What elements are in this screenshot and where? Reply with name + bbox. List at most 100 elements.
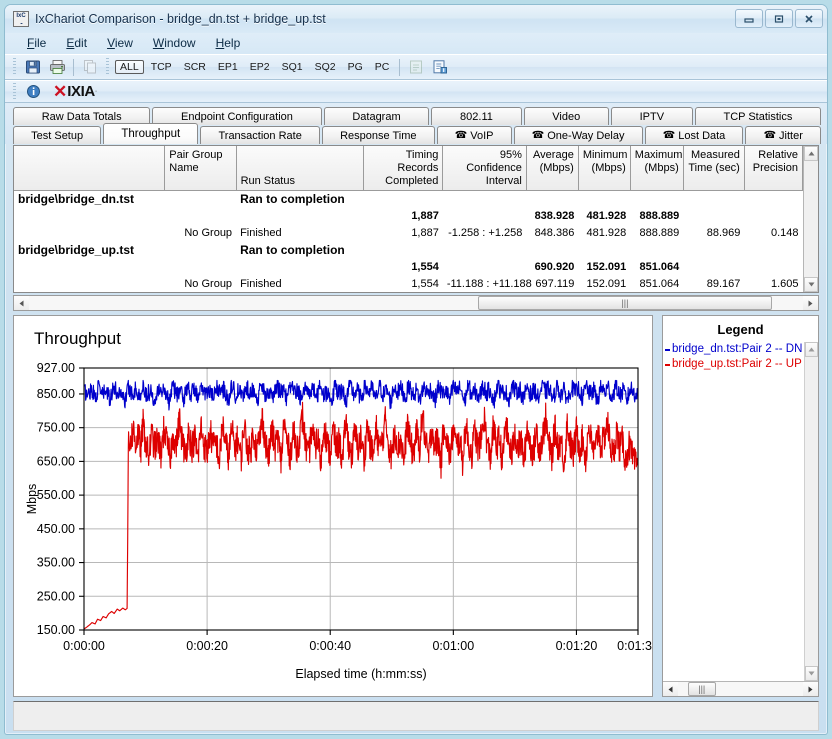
tab-one-way-delay[interactable]: ☎ One-Way Delay [513,126,643,144]
x-tick-label: 0:01:20 [556,639,598,653]
tab-transaction-rate[interactable]: Transaction Rate [200,126,320,144]
grid-vertical-scrollbar[interactable] [803,146,818,292]
filter-scr-button[interactable]: SCR [179,60,211,74]
cell-records: 1,887 [411,227,439,239]
filter-tcp-button[interactable]: TCP [146,60,177,74]
hscroll-thumb[interactable]: ||| [477,296,773,310]
scroll-up-icon[interactable] [804,146,818,161]
table-body: bridge\bridge_dn.tst Ran to completion 1… [14,191,803,293]
cell-minimum: 481.928 [586,210,627,222]
legend-vertical-scrollbar[interactable] [804,342,818,681]
tab-tcp-statistics[interactable]: TCP Statistics [694,107,822,125]
cell-confidence: -1.258 : +1.258 [448,227,523,239]
tab-voip[interactable]: ☎ VoIP [436,126,512,144]
tab-row-2: Test Setup Throughput Transaction Rate R… [13,123,823,144]
table-row[interactable]: bridge\bridge_dn.tst Ran to completion [14,191,803,209]
filter-ep1-button[interactable]: EP1 [213,60,243,74]
cell-maximum: 851.064 [639,278,680,290]
grid-horizontal-scrollbar[interactable]: ||| [13,295,819,311]
tab-jitter[interactable]: ☎ Jitter [745,126,822,144]
table-row[interactable]: No Group Finished 1,554 -11.188 : +11.18… [14,276,803,292]
legend-horizontal-scrollbar[interactable]: ||| [663,681,818,696]
col-run-status[interactable]: Run Status [236,146,364,191]
tab-lost-data[interactable]: ☎ Lost Data [644,126,744,144]
y-tick-label: 927.00 [37,361,75,375]
filter-pc-button[interactable]: PC [370,60,395,74]
legend-body: bridge_dn.tst:Pair 2 -- DN op bridge_up.… [663,342,818,681]
scroll-down-icon[interactable] [804,277,818,292]
filter-pg-button[interactable]: PG [343,60,368,74]
legend-items: bridge_dn.tst:Pair 2 -- DN op bridge_up.… [663,342,804,681]
report-icon[interactable] [429,57,451,78]
toolbar-grip[interactable] [12,58,18,76]
table-row[interactable]: No Group Finished 1,887 -1.258 : +1.258 … [14,225,803,242]
legend-scroll-right-icon[interactable] [803,682,818,696]
tab-label: Throughput [121,128,181,140]
legend-scroll-left-icon[interactable] [663,682,678,696]
cell-average: 838.928 [534,210,575,222]
cell-records: 1,554 [411,261,439,273]
legend-scroll-up-icon[interactable] [805,342,818,357]
legend-hscroll-track[interactable]: ||| [678,682,803,696]
menu-file[interactable]: File [17,34,56,53]
tab-iptv[interactable]: IPTV [610,107,693,125]
tab-802-11[interactable]: 802.11 [431,107,522,125]
col-pair-group-name[interactable]: Pair Group Name [164,146,237,191]
info-icon[interactable] [22,81,44,102]
tab-video[interactable]: Video [523,107,609,125]
table-row[interactable]: 1,887 838.928 481.928 888.889 [14,208,803,225]
menu-edit[interactable]: Edit [56,34,97,53]
table-row[interactable]: 1,554 690.920 152.091 851.064 [14,259,803,276]
menu-edit-rest: dit [74,36,88,50]
throughput-chart-panel[interactable]: Throughput 150.00 250.00 350.00 450.00 550.0… [13,315,653,697]
save-icon[interactable] [22,57,44,78]
filter-sq1-button[interactable]: SQ1 [277,60,308,74]
filter-sq2-button[interactable]: SQ2 [310,60,341,74]
tab-test-setup[interactable]: Test Setup [13,126,102,144]
brand-toolbar-grip[interactable] [12,82,18,101]
col-timing-records-completed[interactable]: Timing Records Completed [363,146,444,191]
cell-average: 690.920 [534,261,575,273]
col-average-mbps[interactable]: Average (Mbps) [526,146,579,191]
col-measured-time[interactable]: Measured Time (sec) [683,146,745,191]
menu-help[interactable]: Help [206,34,251,53]
legend-color-swatch [665,348,670,351]
scroll-right-icon[interactable] [803,296,818,310]
col-relative-precision[interactable]: Relative Precision [744,146,804,191]
tab-label: Endpoint Configuration [181,110,293,123]
toolbar-grip-2[interactable] [105,58,111,76]
y-tick-label: 650.00 [37,454,75,468]
legend-hscroll-thumb[interactable]: ||| [688,682,716,696]
app-icon: IxC .... [13,11,29,27]
app-icon-line1: IxC [16,13,26,19]
col-blank[interactable] [14,146,166,191]
filter-all-button[interactable]: ALL [115,60,144,74]
y-tick-label: 250.00 [37,589,75,603]
legend-item[interactable]: bridge_up.tst:Pair 2 -- UP op [665,357,804,372]
legend-item[interactable]: bridge_dn.tst:Pair 2 -- DN op [665,342,804,357]
menu-view[interactable]: View [97,34,143,53]
col-maximum-mbps[interactable]: Maximum (Mbps) [630,146,684,191]
minimize-button[interactable] [735,9,763,28]
panel-splitter[interactable] [653,315,662,697]
col-minimum-mbps[interactable]: Minimum (Mbps) [578,146,631,191]
hscroll-track[interactable]: ||| [29,296,803,310]
tab-datagram[interactable]: Datagram [323,107,430,125]
scroll-left-icon[interactable] [14,296,29,310]
filter-ep2-button[interactable]: EP2 [245,60,275,74]
table-row[interactable]: bridge\bridge_up.tst Ran to completion [14,242,803,259]
cell-minimum: 481.928 [586,227,627,239]
y-tick-label: 350.00 [37,556,75,570]
legend-scroll-down-icon[interactable] [805,666,818,681]
col-confidence-interval[interactable]: 95% Confidence Interval [442,146,527,191]
close-button[interactable] [795,9,823,28]
cell-measured: 89.167 [706,278,741,290]
application-window: IxC .... IxChariot Comparison - bridge_d… [4,4,828,735]
tab-throughput[interactable]: Throughput [103,123,199,144]
restore-button[interactable] [765,9,793,28]
tab-response-time[interactable]: Response Time [321,126,435,144]
ixia-logo: ✕ IXIA · [53,83,97,100]
menu-window[interactable]: Window [143,34,206,53]
print-icon[interactable] [46,57,68,78]
ixia-trademark: · [94,88,98,95]
